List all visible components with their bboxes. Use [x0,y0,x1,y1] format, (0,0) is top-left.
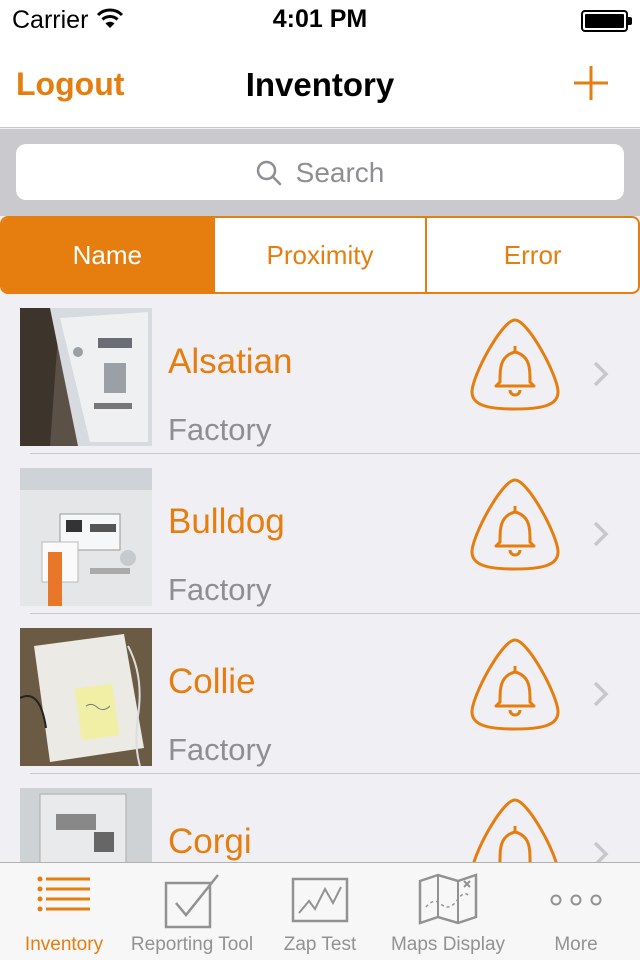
inventory-list: Alsatian Factory Bulldog Factory Collie … [0,294,640,862]
device-photo [20,308,152,446]
device-name: Alsatian [168,342,293,381]
status-time: 4:01 PM [272,5,368,33]
tab-maps-display[interactable]: Maps Display [384,863,512,960]
tab-label: Zap Test [283,934,357,955]
navigation-bar: Logout Inventory [0,40,640,128]
tab-label: More [554,934,598,955]
chevron-right-icon [592,840,610,862]
bell-icon [470,318,560,411]
more-icon [550,893,602,912]
alert-bell-button[interactable] [468,796,562,862]
segment-error[interactable]: Error [425,218,638,292]
device-location: Factory [168,572,272,607]
device-name: Bulldog [168,502,285,541]
device-photo [20,468,152,606]
bell-icon [472,798,558,862]
status-bar: Carrier 4:01 PM [0,0,640,40]
logout-button[interactable]: Logout [16,66,124,103]
device-location: Factory [168,412,272,447]
battery-icon [581,10,632,32]
alert-bell-button[interactable] [468,316,562,412]
bell-icon [470,478,560,571]
tab-bar: Inventory Reporting Tool Zap Test Maps D… [0,862,640,960]
tab-reporting-tool[interactable]: Reporting Tool [128,863,256,960]
segment-name[interactable]: Name [2,218,213,292]
tab-zap-test[interactable]: Zap Test [256,863,384,960]
tab-label: Inventory [24,934,104,955]
tab-more[interactable]: More [512,863,640,960]
segment-proximity[interactable]: Proximity [212,218,426,292]
sort-segmented-control: Name Proximity Error [0,216,640,294]
add-button[interactable] [572,64,610,102]
map-icon [418,873,478,930]
chevron-right-icon [592,520,610,548]
device-photo [20,788,152,862]
device-location: Factory [168,732,272,767]
list-item[interactable]: Bulldog Factory [0,454,640,614]
tab-inventory[interactable]: Inventory [0,863,128,960]
list-item[interactable]: Collie Factory [0,614,640,774]
list-icon [36,875,92,920]
search-placeholder: Search [295,157,385,188]
search-input[interactable]: Search [16,144,624,200]
chevron-right-icon [592,360,610,388]
search-icon [256,160,281,186]
alert-bell-button[interactable] [468,476,562,572]
line-graph-icon [291,877,349,928]
alert-bell-button[interactable] [468,636,562,732]
search-bar: Search [0,129,640,216]
checkbox-icon [162,871,222,934]
device-photo [20,628,152,766]
tab-label: Reporting Tool [130,934,254,955]
tab-label: Maps Display [390,934,506,955]
plus-icon [574,66,608,100]
list-item[interactable]: Alsatian Factory [0,294,640,454]
device-name: Corgi [168,822,252,861]
list-item[interactable]: Corgi [0,774,640,862]
device-name: Collie [168,662,256,701]
chevron-right-icon [592,680,610,708]
bell-icon [470,638,560,731]
